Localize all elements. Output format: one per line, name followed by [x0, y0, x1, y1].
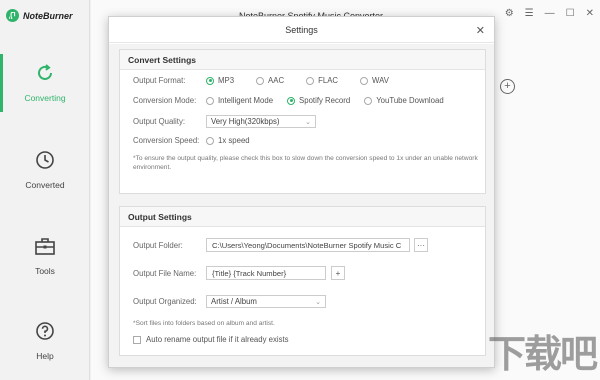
sidebar-item-label: Converting: [24, 93, 66, 103]
sidebar-item-help[interactable]: Help: [0, 306, 90, 376]
chevron-down-icon: ⌄: [305, 118, 311, 126]
mode-radio-youtube-download[interactable]: YouTube Download: [364, 96, 444, 105]
output-folder-row: Output Folder: C:\Users\Yeong\Documents\…: [133, 238, 428, 252]
window-controls: ⚙ ☰ — ☐ ✕: [505, 9, 594, 19]
gear-icon[interactable]: ⚙: [505, 9, 514, 19]
sidebar-item-converting[interactable]: Converting: [0, 48, 90, 118]
add-filename-tag-button[interactable]: +: [331, 266, 345, 280]
format-radio-flac[interactable]: FLAC: [306, 76, 338, 85]
output-organized-row: Output Organized: Artist / Album ⌄: [133, 295, 326, 308]
format-radio-mp3[interactable]: MP3: [206, 76, 234, 85]
sidebar: NoteBurner Converting Converted Tools He…: [0, 0, 90, 380]
convert-settings-heading: Convert Settings: [120, 50, 485, 70]
output-format-row: Output Format: MP3 AAC FLAC WAV: [133, 76, 403, 85]
chevron-down-icon: ⌄: [315, 298, 321, 306]
output-quality-label: Output Quality:: [133, 117, 186, 126]
output-file-name-label: Output File Name:: [133, 268, 197, 278]
conversion-speed-label: Conversion Speed:: [133, 136, 200, 145]
dialog-title: Settings: [285, 24, 318, 35]
format-radio-wav[interactable]: WAV: [360, 76, 389, 85]
sidebar-item-label: Help: [36, 351, 54, 361]
output-folder-input[interactable]: C:\Users\Yeong\Documents\NoteBurner Spot…: [206, 238, 410, 252]
question-icon: [35, 321, 55, 343]
close-icon[interactable]: ✕: [586, 9, 594, 19]
sidebar-item-converted[interactable]: Converted: [0, 135, 90, 205]
output-quality-row: Output Quality: Very High(320kbps) ⌄: [133, 115, 316, 128]
maximize-icon[interactable]: ☐: [566, 9, 575, 19]
output-folder-label: Output Folder:: [133, 240, 183, 250]
auto-rename-checkbox[interactable]: Auto rename output file if it already ex…: [133, 335, 289, 344]
output-settings-panel: Output Settings Output Folder: C:\Users\…: [119, 206, 486, 356]
app-logo: NoteBurner: [6, 9, 73, 22]
menu-icon[interactable]: ☰: [525, 9, 534, 19]
auto-rename-row: Auto rename output file if it already ex…: [133, 335, 289, 344]
sidebar-item-label: Tools: [35, 266, 55, 276]
minimize-icon[interactable]: —: [545, 9, 555, 19]
output-file-name-row: Output File Name: {Title} {Track Number}…: [133, 266, 345, 280]
output-organized-select[interactable]: Artist / Album ⌄: [206, 295, 326, 308]
dialog-titlebar: Settings ✕: [109, 17, 494, 43]
speed-radio-1x[interactable]: 1x speed: [206, 136, 250, 145]
output-quality-select[interactable]: Very High(320kbps) ⌄: [206, 115, 316, 128]
add-music-icon[interactable]: +: [500, 79, 515, 94]
browse-folder-button[interactable]: ···: [414, 238, 428, 252]
conversion-speed-row: Conversion Speed: 1x speed: [133, 136, 264, 145]
settings-dialog: Settings ✕ Convert Settings Output Forma…: [108, 16, 495, 368]
output-file-name-input[interactable]: {Title} {Track Number}: [206, 266, 326, 280]
checkbox-box[interactable]: [133, 335, 141, 344]
mode-radio-intelligent[interactable]: Intelligent Mode: [206, 96, 273, 105]
clock-icon: [35, 150, 55, 172]
format-radio-aac[interactable]: AAC: [256, 76, 284, 85]
dialog-body: Convert Settings Output Format: MP3 AAC …: [109, 44, 494, 367]
watermark: 下载吧: [487, 332, 598, 376]
sidebar-item-label: Converted: [25, 180, 65, 190]
sidebar-item-tools[interactable]: Tools: [0, 221, 90, 291]
refresh-icon: [35, 63, 55, 85]
noteburner-logo-icon: [6, 9, 19, 22]
dialog-close-icon[interactable]: ✕: [476, 24, 485, 37]
convert-settings-panel: Convert Settings Output Format: MP3 AAC …: [119, 49, 486, 194]
convert-note: *To ensure the output quality, please ch…: [133, 155, 478, 171]
conversion-mode-label: Conversion Mode:: [133, 96, 197, 105]
app-logo-text: NoteBurner: [23, 10, 73, 21]
output-format-label: Output Format:: [133, 76, 186, 85]
toolbox-icon: [34, 236, 56, 258]
output-settings-heading: Output Settings: [120, 207, 485, 227]
conversion-mode-row: Conversion Mode: Intelligent Mode Spotif…: [133, 96, 458, 105]
output-organized-note: *Sort files into folders based on album …: [133, 320, 275, 327]
output-organized-label: Output Organized:: [133, 297, 197, 306]
mode-radio-spotify-record[interactable]: Spotify Record: [287, 96, 350, 105]
auto-rename-label: Auto rename output file if it already ex…: [146, 335, 289, 344]
